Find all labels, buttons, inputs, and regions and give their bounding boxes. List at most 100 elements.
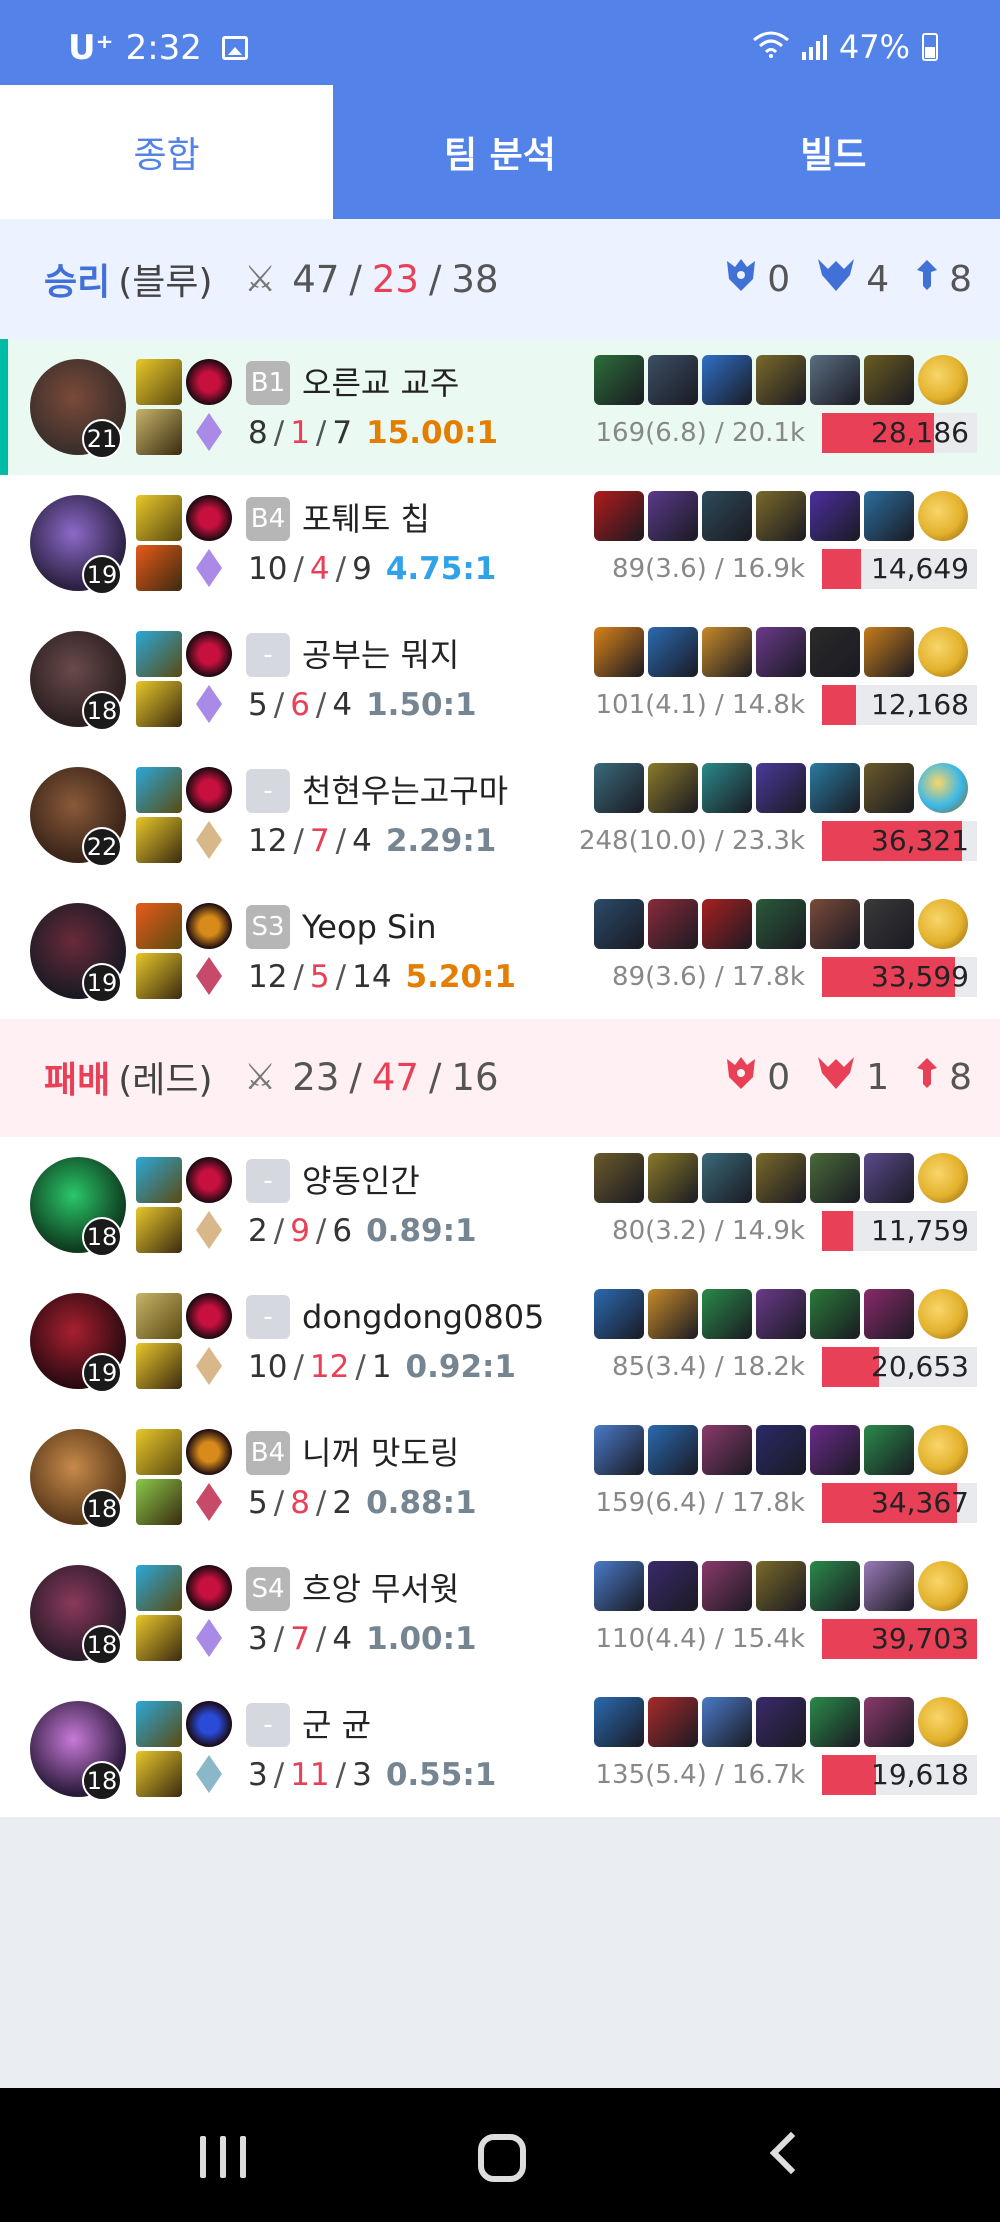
tab-team-analysis[interactable]: 팀 분석 <box>333 85 666 219</box>
keystone-rune-icon[interactable] <box>186 1157 232 1203</box>
summoner-spell-icon[interactable] <box>136 681 182 727</box>
item-icon[interactable] <box>594 627 644 677</box>
summoner-spell-icon[interactable] <box>136 1207 182 1253</box>
player-row[interactable]: 18 B4 니꺼 맛도링 5/8/2 0.88:1 159(6.4) / 17.8k 34,… <box>0 1409 1000 1545</box>
summoner-name[interactable]: 군 균 <box>302 1703 371 1747</box>
summoner-spell-icon[interactable] <box>136 1479 182 1525</box>
item-icon[interactable] <box>594 899 644 949</box>
keystone-rune-icon[interactable] <box>186 359 232 405</box>
player-row[interactable]: 19- dongdong0805 10/12/1 0.92:1 85(3.4) / 18… <box>0 1273 1000 1409</box>
summoner-name[interactable]: 니꺼 맛도링 <box>302 1431 459 1475</box>
item-icon[interactable] <box>810 1697 860 1747</box>
item-icon[interactable] <box>594 355 644 405</box>
item-icon[interactable] <box>810 763 860 813</box>
item-icon[interactable] <box>756 355 806 405</box>
item-icon[interactable] <box>864 1697 914 1747</box>
item-icon[interactable] <box>648 763 698 813</box>
summoner-spell-icon[interactable] <box>136 409 182 455</box>
secondary-rune-icon[interactable] <box>186 1207 232 1253</box>
item-icon[interactable] <box>864 1561 914 1611</box>
trinket-icon[interactable] <box>918 1425 968 1475</box>
summoner-spell-icon[interactable] <box>136 953 182 999</box>
item-icon[interactable] <box>864 627 914 677</box>
summoner-spell-icon[interactable] <box>136 359 182 405</box>
trinket-icon[interactable] <box>918 491 968 541</box>
item-icon[interactable] <box>702 1561 752 1611</box>
trinket-icon[interactable] <box>918 899 968 949</box>
item-icon[interactable] <box>702 763 752 813</box>
summoner-name[interactable]: 공부는 뭐지 <box>302 633 459 677</box>
item-icon[interactable] <box>864 763 914 813</box>
trinket-icon[interactable] <box>918 1561 968 1611</box>
item-icon[interactable] <box>702 627 752 677</box>
item-icon[interactable] <box>810 355 860 405</box>
player-row[interactable]: 19 S3 Yeop Sin 12/5/14 5.20:1 89(3.6) / 17.8k… <box>0 883 1000 1019</box>
summoner-name[interactable]: Yeop Sin <box>302 905 437 949</box>
item-icon[interactable] <box>702 355 752 405</box>
summoner-spell-icon[interactable] <box>136 1343 182 1389</box>
item-icon[interactable] <box>594 1425 644 1475</box>
tab-build[interactable]: 빌드 <box>667 85 1000 219</box>
player-row[interactable]: 18- 공부는 뭐지 5/6/4 1.50:1 101(4.1) / 14.8k 12,1… <box>0 611 1000 747</box>
summoner-spell-icon[interactable] <box>136 767 182 813</box>
summoner-name[interactable]: 흐앙 무서웟 <box>302 1567 459 1611</box>
item-icon[interactable] <box>864 1425 914 1475</box>
keystone-rune-icon[interactable] <box>186 1293 232 1339</box>
player-row[interactable]: 21 B1 오른교 교주 8/1/7 15.00:1 169(6.8) / 20.1k 28… <box>0 339 1000 475</box>
keystone-rune-icon[interactable] <box>186 1429 232 1475</box>
item-icon[interactable] <box>702 1697 752 1747</box>
item-icon[interactable] <box>648 1697 698 1747</box>
summoner-spell-icon[interactable] <box>136 1751 182 1797</box>
item-icon[interactable] <box>594 1561 644 1611</box>
summoner-spell-icon[interactable] <box>136 495 182 541</box>
summoner-spell-icon[interactable] <box>136 1429 182 1475</box>
summoner-spell-icon[interactable] <box>136 1293 182 1339</box>
item-icon[interactable] <box>648 491 698 541</box>
item-icon[interactable] <box>810 491 860 541</box>
home-icon[interactable] <box>478 2134 526 2182</box>
item-icon[interactable] <box>594 1153 644 1203</box>
item-icon[interactable] <box>648 355 698 405</box>
secondary-rune-icon[interactable] <box>186 1479 232 1525</box>
item-icon[interactable] <box>648 1289 698 1339</box>
item-icon[interactable] <box>756 1561 806 1611</box>
secondary-rune-icon[interactable] <box>186 1343 232 1389</box>
item-icon[interactable] <box>702 1153 752 1203</box>
summoner-name[interactable]: 오른교 교주 <box>302 361 459 405</box>
item-icon[interactable] <box>702 899 752 949</box>
trinket-icon[interactable] <box>918 1153 968 1203</box>
item-icon[interactable] <box>810 899 860 949</box>
item-icon[interactable] <box>864 355 914 405</box>
item-icon[interactable] <box>702 1289 752 1339</box>
item-icon[interactable] <box>648 1425 698 1475</box>
item-icon[interactable] <box>864 1153 914 1203</box>
item-icon[interactable] <box>702 1425 752 1475</box>
player-row[interactable]: 19 B4 포퉤토 칩 10/4/9 4.75:1 89(3.6) / 16.9k 14,6… <box>0 475 1000 611</box>
item-icon[interactable] <box>648 899 698 949</box>
item-icon[interactable] <box>810 1425 860 1475</box>
trinket-icon[interactable] <box>918 355 968 405</box>
player-row[interactable]: 22- 천현우는고구마 12/7/4 2.29:1 248(10.0) / 23.3k 3… <box>0 747 1000 883</box>
item-icon[interactable] <box>864 1289 914 1339</box>
summoner-spell-icon[interactable] <box>136 1615 182 1661</box>
back-icon[interactable] <box>769 2131 813 2175</box>
summoner-spell-icon[interactable] <box>136 1701 182 1747</box>
item-icon[interactable] <box>594 1289 644 1339</box>
secondary-rune-icon[interactable] <box>186 1615 232 1661</box>
player-row[interactable]: 18- 양동인간 2/9/6 0.89:1 80(3.2) / 14.9k 11,759 <box>0 1137 1000 1273</box>
item-icon[interactable] <box>756 1153 806 1203</box>
item-icon[interactable] <box>594 491 644 541</box>
summoner-spell-icon[interactable] <box>136 817 182 863</box>
item-icon[interactable] <box>864 491 914 541</box>
item-icon[interactable] <box>594 763 644 813</box>
recent-apps-icon[interactable] <box>200 2136 246 2178</box>
keystone-rune-icon[interactable] <box>186 767 232 813</box>
item-icon[interactable] <box>648 1561 698 1611</box>
keystone-rune-icon[interactable] <box>186 1565 232 1611</box>
player-row[interactable]: 18- 군 균 3/11/3 0.55:1 135(5.4) / 16.7k 19,618 <box>0 1681 1000 1817</box>
item-icon[interactable] <box>648 627 698 677</box>
item-icon[interactable] <box>810 1561 860 1611</box>
player-row[interactable]: 18 S4 흐앙 무서웟 3/7/4 1.00:1 110(4.4) / 15.4k 39,… <box>0 1545 1000 1681</box>
secondary-rune-icon[interactable] <box>186 545 232 591</box>
keystone-rune-icon[interactable] <box>186 495 232 541</box>
